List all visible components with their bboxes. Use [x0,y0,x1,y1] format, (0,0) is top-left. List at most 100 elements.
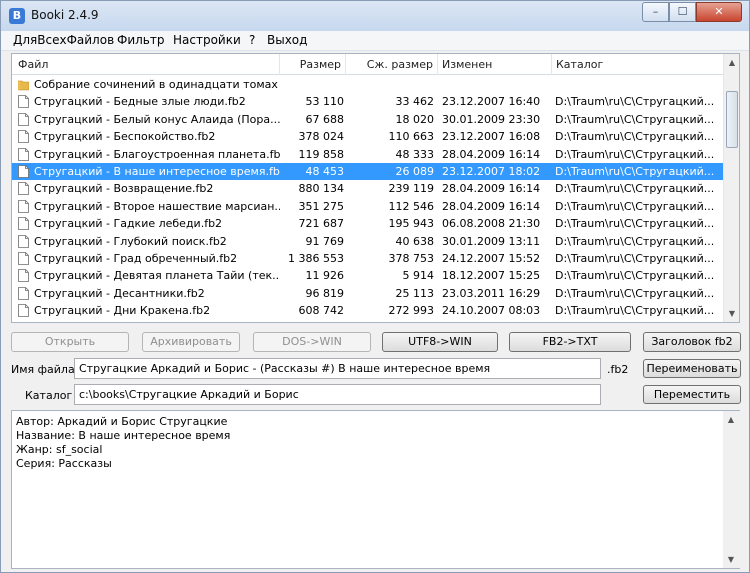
compressed-size-cell: 239 119 [388,182,435,196]
file-name-cell: Стругацкий - В наше интересное время.fb2 [34,165,280,178]
file-name-cell: Стругацкий - Дни Кракена.fb2 [34,304,211,318]
menu-filter[interactable]: Фильтр [117,33,164,47]
compressed-size-cell: 112 546 [388,199,435,213]
table-row[interactable]: Стругацкий - Девятая планета Тайи (тек..… [12,267,723,284]
file-name-cell: Стругацкий - Возвращение.fb2 [34,182,214,196]
modified-date-cell: 28.04.2009 16:14 [442,147,541,161]
file-name-cell: Стругацкий - Благоустроенная планета.fb2 [34,147,280,161]
scroll-up-icon[interactable]: ▲ [724,54,739,71]
close-button[interactable]: ✕ [696,2,742,22]
modified-date-cell: 28.04.2009 16:14 [442,199,541,213]
catalog-field[interactable]: c:\books\Стругацкие Аркадий и Борис [74,384,601,405]
table-row[interactable]: Стругацкий - Второе нашествие марсиан...… [12,198,723,215]
directory-cell: D:\Traum\ru\C\Стругацкий... [555,304,715,318]
column-size[interactable]: Размер [280,54,346,75]
folder-row[interactable]: Собрание сочинений в одинадцати томах [12,76,723,93]
maximize-button[interactable]: ☐ [669,2,696,22]
table-row[interactable]: Стругацкий - Град обреченный.fb2 1 386 55… [12,250,723,267]
archive-button[interactable]: Архивировать [142,332,240,352]
menu-all-files[interactable]: ДляВсехФайлов [13,33,114,47]
file-size-cell: 48 453 [305,165,345,178]
utf8-win-button[interactable]: UTF8->WIN [382,332,498,352]
compressed-size-cell: 40 638 [395,234,435,248]
compressed-size-cell: 48 333 [395,147,435,161]
catalog-label: Каталог [25,389,73,402]
scroll-thumb[interactable] [726,91,738,148]
modified-date-cell: 24.12.2007 15:52 [442,252,541,265]
table-row[interactable]: Стругацкий - Благоустроенная планета.fb2… [12,146,723,163]
document-icon [18,165,29,178]
directory-cell: D:\Traum\ru\C\Стругацкий... [555,130,715,144]
info-scroll-up-icon[interactable]: ▲ [723,411,739,428]
info-scroll-down-icon[interactable]: ▼ [723,551,739,568]
directory-cell: D:\Traum\ru\C\Стругацкий... [555,112,715,126]
directory-cell: D:\Traum\ru\C\Стругацкий... [555,165,715,178]
table-row[interactable]: Стругацкий - Гадкие лебеди.fb2 721 687 195… [12,215,723,232]
document-icon [18,217,29,231]
directory-cell: D:\Traum\ru\C\Стругацкий... [555,217,715,231]
directory-cell: D:\Traum\ru\C\Стругацкий... [555,234,715,248]
table-row[interactable]: Стругацкий - Дни Кракена.fb2 608 742 272 9… [12,302,723,319]
list-scrollbar[interactable]: ▲ ▼ [723,54,739,322]
menu-exit[interactable]: Выход [267,33,307,47]
file-name-cell: Собрание сочинений в одинадцати томах [34,78,278,91]
compressed-size-cell: 272 993 [388,304,435,318]
file-name-cell: Стругацкий - Бедные злые люди.fb2 [34,95,246,109]
open-button[interactable]: Открыть [11,332,129,352]
info-genre: Жанр: sf_social [16,443,103,456]
filename-field[interactable]: Стругацкие Аркадий и Борис - (Рассказы #… [74,358,601,379]
directory-cell: D:\Traum\ru\C\Стругацкий... [555,199,715,213]
file-size-cell: 119 858 [298,147,345,161]
column-file[interactable]: Файл [12,54,280,75]
file-name-cell: Стругацкий - Десантники.fb2 [34,286,205,300]
document-icon [18,95,29,109]
document-icon [18,112,29,126]
menu-help[interactable]: ? [249,33,255,47]
file-name-cell: Стругацкий - Беспокойство.fb2 [34,130,216,144]
table-row[interactable]: Стругацкий - Беспокойство.fb2 378 024 110 … [12,128,723,145]
fb2-header-button[interactable]: Заголовок fb2 [643,332,741,352]
book-info-panel[interactable]: Автор: Аркадий и Борис Стругацкие Назван… [11,410,740,569]
table-row[interactable]: Стругацкий - Возвращение.fb2 880 134 239 1… [12,180,723,197]
table-row[interactable]: Стругацкий - Десантники.fb2 96 819 25 113 2… [12,285,723,302]
document-icon [18,269,29,283]
modified-date-cell: 24.10.2007 08:03 [442,304,541,318]
filename-extension: .fb2 [607,363,629,376]
file-list[interactable]: Файл Размер Сж. размер Изменен Каталог С… [11,53,740,323]
modified-date-cell: 18.12.2007 15:25 [442,269,541,283]
column-compressed-size[interactable]: Сж. размер [346,54,438,75]
rename-button[interactable]: Переименовать [643,359,741,378]
file-size-cell: 11 926 [305,269,345,283]
dos-win-button[interactable]: DOS->WIN [253,332,371,352]
file-size-cell: 378 024 [298,130,345,144]
move-button[interactable]: Переместить [643,385,741,404]
directory-cell: D:\Traum\ru\C\Стругацкий... [555,182,715,196]
fb2-txt-button[interactable]: FB2->TXT [509,332,631,352]
file-size-cell: 96 819 [305,286,345,300]
table-row[interactable]: Стругацкий - Глубокий поиск.fb2 91 769 40 … [12,233,723,250]
info-scrollbar[interactable]: ▲ ▼ [723,411,740,568]
table-row[interactable]: Стругацкий - В наше интересное время.fb2… [12,163,723,181]
column-directory[interactable]: Каталог [552,54,723,75]
info-title: Название: В наше интересное время [16,429,231,442]
file-size-cell: 67 688 [305,112,345,126]
modified-date-cell: 23.03.2011 16:29 [442,286,541,300]
table-row[interactable]: Стругацкий - Белый конус Алаида (Пора...… [12,111,723,128]
menu-settings[interactable]: Настройки [173,33,241,47]
table-row[interactable]: Стругацкий - Бедные злые люди.fb2 53 110 3… [12,93,723,110]
file-name-cell: Стругацкий - Второе нашествие марсиан...… [34,199,280,213]
scroll-down-icon[interactable]: ▼ [724,305,739,322]
document-icon [18,252,29,265]
compressed-size-cell: 26 089 [395,165,435,178]
modified-date-cell: 23.12.2007 18:02 [442,165,541,178]
column-modified[interactable]: Изменен [438,54,552,75]
directory-cell: D:\Traum\ru\C\Стругацкий... [555,252,715,265]
compressed-size-cell: 33 462 [395,95,435,109]
file-size-cell: 608 742 [298,304,345,318]
document-icon [18,199,29,213]
app-icon: B [9,8,25,24]
list-header: Файл Размер Сж. размер Изменен Каталог [12,54,723,75]
file-name-cell: Стругацкий - Белый конус Алаида (Пора... [34,112,280,126]
file-size-cell: 721 687 [298,217,345,231]
minimize-button[interactable]: – [642,2,669,22]
